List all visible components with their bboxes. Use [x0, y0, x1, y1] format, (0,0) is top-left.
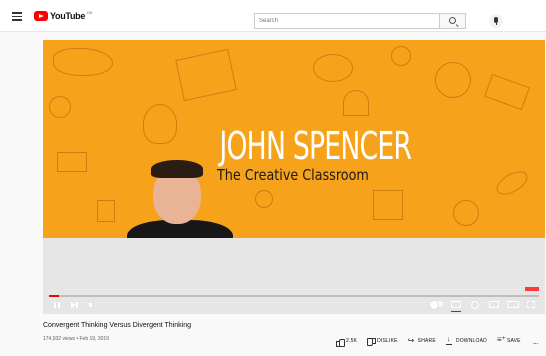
logo-region: DE	[87, 10, 93, 15]
next-icon[interactable]	[71, 300, 79, 310]
thumbs-up-icon	[336, 338, 345, 347]
download-button[interactable]: DOWNLOAD	[445, 336, 487, 345]
playlist-add-icon	[497, 335, 506, 345]
progress-fill	[49, 295, 59, 297]
save-button[interactable]: SAVE	[497, 335, 521, 345]
doodle-lightbulb-icon	[255, 190, 273, 208]
share-label: SHARE	[417, 338, 436, 344]
youtube-play-logo-icon	[34, 11, 48, 21]
more-options-icon[interactable]: ...	[533, 337, 539, 346]
download-icon	[445, 336, 453, 345]
captions-icon[interactable]	[451, 301, 461, 308]
progress-bar[interactable]	[49, 295, 539, 297]
video-meta: 174,932 views • Feb 19, 2019	[43, 336, 109, 342]
top-bar: YouTube DE	[0, 0, 546, 32]
pause-icon[interactable]	[53, 300, 61, 310]
video-title: Convergent Thinking Versus Divergent Thi…	[43, 322, 191, 329]
dislike-label: DISLIKE	[377, 338, 398, 344]
captions-active-indicator	[451, 311, 461, 313]
banner-subtitle: The Creative Classroom	[217, 166, 369, 184]
logo-text: YouTube	[50, 11, 86, 21]
volume-icon[interactable]	[89, 300, 97, 310]
video-player[interactable]: JOHN SPENCER The Creative Classroom	[43, 40, 545, 314]
search-bar	[254, 13, 466, 29]
doodle-clock-icon	[391, 46, 411, 66]
player-controls	[43, 300, 545, 313]
doodle-chart-icon	[57, 152, 87, 172]
search-icon	[449, 17, 456, 24]
save-label: SAVE	[506, 338, 521, 344]
share-button[interactable]: SHARE	[408, 336, 436, 345]
player-control-area	[43, 238, 545, 314]
settings-icon[interactable]	[471, 301, 479, 309]
like-count: 2.5K	[346, 338, 358, 344]
autoplay-toggle[interactable]	[429, 300, 443, 310]
doodle-grid-icon	[373, 190, 403, 220]
fullscreen-icon[interactable]	[527, 301, 535, 308]
doodle-target-icon	[49, 96, 71, 118]
doodle-pencil-icon	[484, 73, 530, 111]
youtube-logo[interactable]: YouTube DE	[34, 10, 93, 22]
dislike-button[interactable]: DISLIKE	[367, 337, 398, 346]
doodle-rocket-icon	[492, 166, 532, 200]
presenter-portrait	[127, 160, 233, 238]
download-label: DOWNLOAD	[455, 338, 487, 344]
like-button[interactable]: 2.5K	[336, 338, 358, 347]
doodle-planet-icon	[435, 62, 471, 98]
menu-icon[interactable]	[12, 12, 22, 21]
doodle-ring-icon	[313, 54, 353, 82]
youtube-watch-page: YouTube DE JO	[0, 0, 546, 356]
video-actions: 2.5K DISLIKE SHARE DOWNLOAD SAVE ...	[336, 335, 539, 347]
doodle-box-icon	[175, 48, 237, 102]
doodle-head-icon	[143, 104, 177, 144]
doodle-spiral-icon	[453, 200, 479, 226]
youtube-badge	[525, 287, 539, 291]
share-icon	[408, 336, 415, 345]
video-thumbnail-banner: JOHN SPENCER The Creative Classroom	[43, 40, 545, 238]
doodle-cloud-icon	[53, 48, 113, 76]
theater-mode-icon[interactable]	[507, 301, 519, 308]
doodle-hourglass-icon	[97, 200, 115, 222]
doodle-gauge-icon	[343, 90, 369, 116]
banner-title: JOHN SPENCER	[219, 124, 412, 168]
search-button[interactable]	[439, 13, 466, 29]
search-input[interactable]	[254, 13, 439, 29]
miniplayer-icon[interactable]	[489, 301, 499, 308]
thumbs-down-icon	[367, 337, 377, 346]
mic-icon[interactable]	[489, 14, 503, 28]
